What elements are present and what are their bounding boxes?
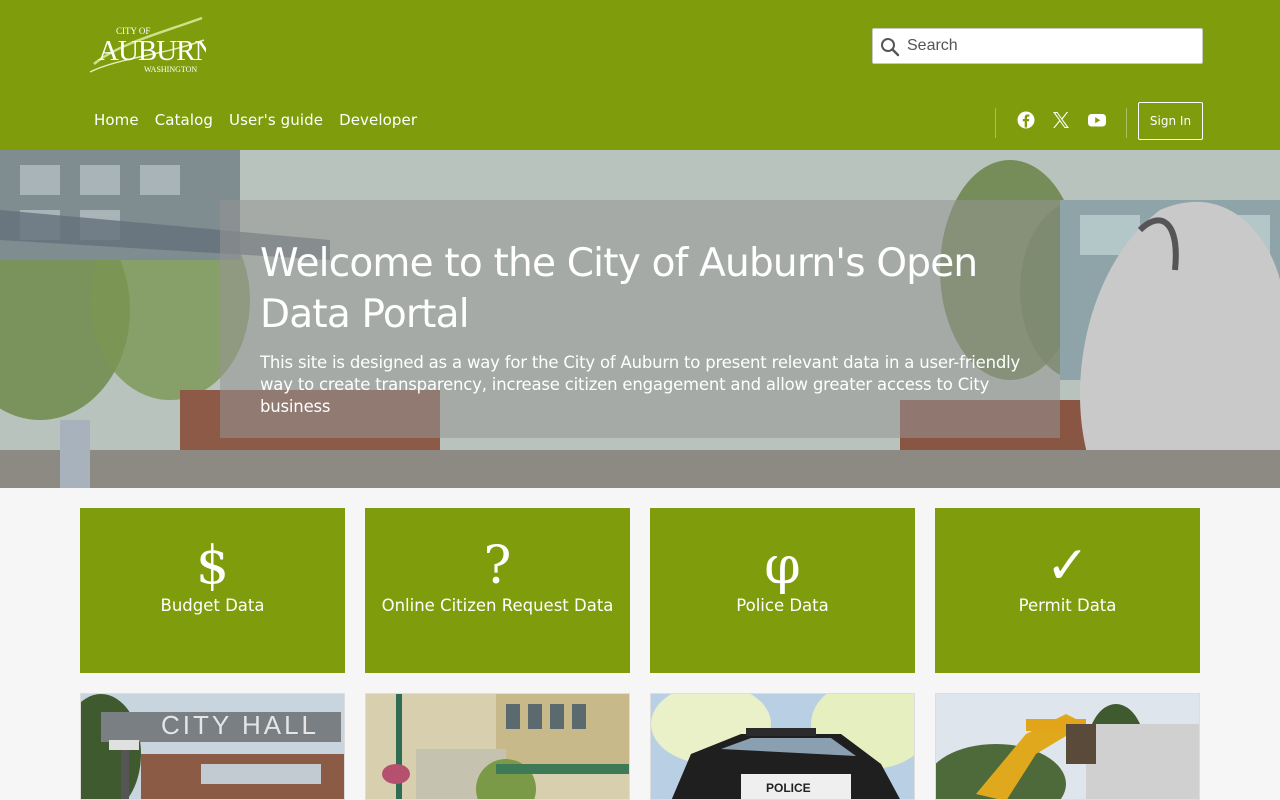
- hero-title: Welcome to the City of Auburn's Open Dat…: [260, 241, 978, 337]
- tile-permit-data[interactable]: ✓ Permit Data: [935, 508, 1200, 673]
- tile-label: Permit Data: [1018, 596, 1117, 615]
- tile-label: Police Data: [736, 596, 829, 615]
- search-input[interactable]: [907, 29, 1197, 63]
- logo-text-auburn: AUBURN: [98, 35, 206, 67]
- tile-police-data[interactable]: φ Police Data: [650, 508, 915, 673]
- tile-label: Online Citizen Request Data: [381, 596, 614, 615]
- social-links: [995, 108, 1127, 138]
- question-icon: ?: [483, 536, 512, 596]
- construction-excavator-image: [936, 694, 1199, 799]
- dollar-icon: $: [195, 536, 230, 596]
- photo-city-hall[interactable]: CITY HALL: [80, 693, 345, 800]
- hero-description: This site is designed as a way for the C…: [260, 353, 1021, 416]
- tile-online-citizen-request-data[interactable]: ? Online Citizen Request Data: [365, 508, 630, 673]
- photo-downtown-street[interactable]: [365, 693, 630, 800]
- search-box[interactable]: [872, 28, 1203, 64]
- logo-text-washington: WASHINGTON: [144, 65, 197, 74]
- police-car-image: POLICE: [651, 694, 914, 799]
- sign-in-button[interactable]: Sign In: [1138, 102, 1203, 140]
- police-car-text: POLICE: [766, 781, 811, 795]
- nav-users-guide[interactable]: User's guide: [229, 111, 323, 129]
- nav-developer[interactable]: Developer: [339, 111, 417, 129]
- city-of-auburn-logo[interactable]: CITY OF AUBURN WASHINGTON: [88, 14, 206, 78]
- youtube-icon[interactable]: [1087, 110, 1107, 130]
- photo-police-car[interactable]: POLICE: [650, 693, 915, 800]
- search-icon: [881, 38, 900, 57]
- hero-panel: Welcome to the City of Auburn's Open Dat…: [220, 200, 1060, 438]
- checkmark-icon: ✓: [1045, 536, 1090, 596]
- tile-label: Budget Data: [160, 596, 265, 615]
- location-pin-icon: φ: [764, 536, 801, 596]
- nav-home[interactable]: Home: [94, 111, 139, 129]
- tile-budget-data[interactable]: $ Budget Data: [80, 508, 345, 673]
- facebook-icon[interactable]: [1016, 110, 1036, 130]
- downtown-street-image: [366, 694, 629, 799]
- city-hall-image: CITY HALL: [81, 694, 344, 799]
- site-header: CITY OF AUBURN WASHINGTON Home Catalog U…: [0, 0, 1280, 150]
- photo-construction[interactable]: [935, 693, 1200, 800]
- hero-banner: Welcome to the City of Auburn's Open Dat…: [0, 150, 1280, 488]
- city-hall-sign-text: CITY HALL: [161, 710, 319, 740]
- nav-catalog[interactable]: Catalog: [155, 111, 213, 129]
- x-twitter-icon[interactable]: [1051, 110, 1071, 130]
- main-nav: Home Catalog User's guide Developer: [94, 111, 417, 129]
